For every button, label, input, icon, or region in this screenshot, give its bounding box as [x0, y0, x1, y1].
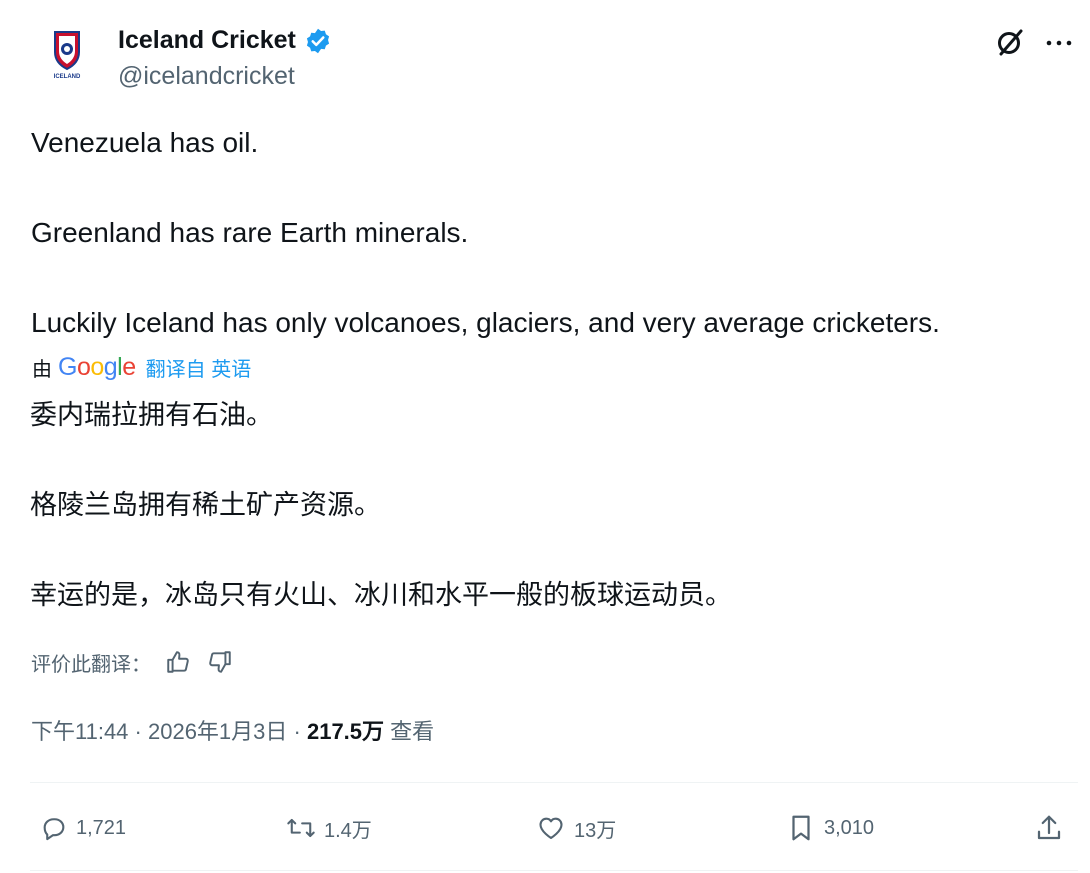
views-count[interactable]: 217.5万 — [307, 719, 384, 744]
translation-attribution: 由 Google 翻译自 英语 — [32, 352, 251, 382]
tweet-text-line-2: Greenland has rare Earth minerals. — [31, 217, 469, 248]
like-count: 13万 — [574, 819, 617, 842]
divider — [30, 870, 1078, 871]
reply-count: 1,721 — [76, 816, 127, 839]
thumbs-up-icon[interactable] — [163, 647, 193, 677]
reply-icon — [43, 818, 65, 841]
translated-from-link[interactable]: 翻译自 英语 — [146, 353, 252, 382]
translated-by-label: 由 — [32, 358, 52, 381]
bookmark-button[interactable]: 3,010 — [786, 808, 874, 848]
tweet-actions-bar: 1,721 1.4万 13万 3,010 — [0, 800, 1090, 856]
rate-translation-label: 评价此翻译： — [31, 653, 151, 676]
more-icon[interactable] — [1042, 26, 1076, 58]
retweet-count: 1.4万 — [324, 819, 372, 842]
bookmark-count: 3,010 — [824, 816, 875, 839]
meta-separator: · — [128, 719, 148, 744]
author-handle[interactable]: @icelandcricket — [118, 62, 295, 91]
rate-translation: 评价此翻译： — [31, 646, 235, 678]
meta-separator: · — [287, 719, 307, 744]
tweet-time[interactable]: 下午11:44 — [31, 719, 128, 744]
grok-icon[interactable] — [994, 26, 1026, 58]
views-label: 查看 — [384, 719, 435, 744]
tweet-header: ICELAND Iceland Cricket @icelandcricket — [0, 0, 1090, 110]
heart-icon — [539, 817, 563, 839]
share-icon — [1037, 815, 1061, 840]
translated-text-line-2: 格陵兰岛拥有稀土矿产资源。 — [30, 490, 381, 520]
author-name[interactable]: Iceland Cricket — [118, 26, 296, 55]
google-logo: Google — [58, 352, 136, 381]
divider — [30, 782, 1078, 783]
like-button[interactable]: 13万 — [536, 808, 616, 848]
tweet-metadata: 下午11:44 · 2026年1月3日 · 217.5万 查看 — [31, 716, 434, 748]
retweet-button[interactable]: 1.4万 — [286, 808, 372, 848]
author-name-row: Iceland Cricket — [118, 26, 332, 55]
share-button[interactable] — [1034, 808, 1064, 848]
tweet-text-line-3: Luckily Iceland has only volcanoes, glac… — [31, 307, 940, 338]
verified-badge-icon — [304, 27, 332, 55]
translated-text-line-3: 幸运的是，冰岛只有火山、冰川和水平一般的板球运动员。 — [30, 580, 732, 610]
bookmark-icon — [792, 815, 810, 841]
reply-button[interactable]: 1,721 — [40, 808, 126, 848]
thumbs-down-icon[interactable] — [205, 647, 235, 677]
avatar[interactable]: ICELAND — [36, 22, 98, 84]
tweet-date[interactable]: 2026年1月3日 — [148, 719, 287, 744]
retweet-icon — [287, 818, 315, 838]
svg-text:ICELAND: ICELAND — [54, 74, 81, 80]
translated-text-line-1: 委内瑞拉拥有石油。 — [30, 400, 273, 430]
tweet-text-line-1: Venezuela has oil. — [31, 127, 259, 158]
